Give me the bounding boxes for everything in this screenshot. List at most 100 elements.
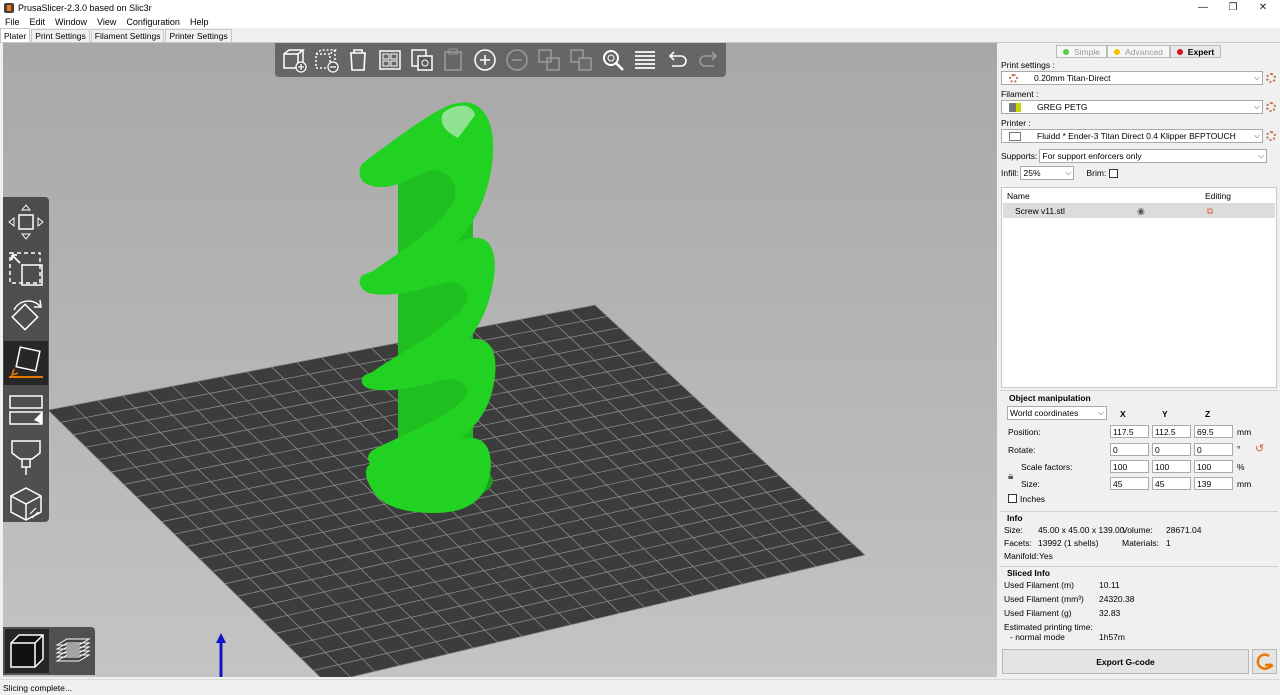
tab-print-settings[interactable]: Print Settings <box>31 29 90 42</box>
3d-view-icon[interactable] <box>5 629 49 673</box>
supports-row: Supports: For support enforcers only ⌵ <box>1001 149 1268 163</box>
mode-advanced-label: Advanced <box>1124 46 1163 57</box>
undo-icon[interactable] <box>662 45 692 75</box>
infill-combo[interactable]: 25% ⌵ <box>1020 166 1075 180</box>
filament-color-icon <box>1009 102 1021 112</box>
size-y-input[interactable]: 45 <box>1152 477 1191 490</box>
mode-simple[interactable]: Simple <box>1056 45 1107 58</box>
printer-icon <box>1009 131 1021 141</box>
object-name: Screw v11.stl <box>1015 206 1065 216</box>
eye-icon[interactable]: ◉ <box>1137 206 1145 217</box>
scale-x-input[interactable]: 100 <box>1110 460 1149 473</box>
send-to-printer-icon[interactable] <box>1252 649 1277 674</box>
redo-icon[interactable] <box>694 45 724 75</box>
chevron-down-icon: ⌵ <box>1065 168 1072 177</box>
scale-z-input[interactable]: 100 <box>1194 460 1233 473</box>
split-objects-icon[interactable] <box>534 45 564 75</box>
column-editing[interactable]: Editing <box>1205 191 1231 201</box>
info-panel: Info Size: 45.00 x 45.00 x 139.00 Volume… <box>1000 511 1278 563</box>
place-on-face-icon[interactable] <box>4 341 48 385</box>
rotate-y-input[interactable]: 0 <box>1152 443 1191 456</box>
scale-label: Scale factors: <box>1021 462 1073 472</box>
edit-icon[interactable]: ⧉ <box>1207 206 1213 217</box>
printer-combo[interactable]: Fluidd * Ender-3 Titan Direct 0.4 Klippe… <box>1001 129 1263 143</box>
tab-plater[interactable]: Plater <box>0 28 31 42</box>
inches-label: Inches <box>1020 494 1046 504</box>
move-icon[interactable] <box>4 200 48 244</box>
rotate-x-input[interactable]: 0 <box>1110 443 1149 456</box>
lock-icon[interactable]: 🔒︎ <box>1008 471 1013 482</box>
axis-z-label: Z <box>1205 409 1211 419</box>
reset-rotation-icon[interactable]: ↺ <box>1255 442 1264 455</box>
maximize-button[interactable]: ❐ <box>1216 0 1250 15</box>
rotate-unit: ° <box>1237 444 1241 454</box>
3d-viewport[interactable] <box>3 43 997 677</box>
close-button[interactable]: ✕ <box>1246 0 1280 15</box>
scale-y-input[interactable]: 100 <box>1152 460 1191 473</box>
info-facets-label: Facets: <box>1004 538 1032 548</box>
mode-expert[interactable]: Expert <box>1169 45 1222 58</box>
inches-checkbox[interactable] <box>1008 494 1017 503</box>
size-z-input[interactable]: 139 <box>1194 477 1233 490</box>
split-parts-icon[interactable] <box>566 45 596 75</box>
chevron-down-icon: ⌵ <box>1258 151 1265 160</box>
size-unit: mm <box>1237 479 1252 489</box>
info-title: Info <box>1007 513 1023 523</box>
position-y-input[interactable]: 112.5 <box>1152 425 1191 438</box>
delete-icon[interactable] <box>311 45 341 75</box>
filament-value: GREG PETG <box>1037 102 1088 112</box>
menu-file[interactable]: File <box>0 17 25 27</box>
add-instance-icon[interactable] <box>471 45 501 75</box>
paste-icon[interactable] <box>439 45 469 75</box>
position-z-input[interactable]: 69.5 <box>1194 425 1233 438</box>
print-settings-combo[interactable]: 0.20mm Titan-Direct ⌵ <box>1001 71 1263 85</box>
paint-supports-icon[interactable] <box>4 435 48 479</box>
supports-combo[interactable]: For support enforcers only ⌵ <box>1039 149 1268 163</box>
remove-instance-icon[interactable] <box>502 45 532 75</box>
used-filament-m-label: Used Filament (m) <box>1004 580 1074 590</box>
object-manipulation-title: Object manipulation <box>1009 393 1091 403</box>
filament-combo[interactable]: GREG PETG ⌵ <box>1001 100 1263 114</box>
copy-icon[interactable] <box>407 45 437 75</box>
position-x-input[interactable]: 117.5 <box>1110 425 1149 438</box>
printer-gear-icon[interactable] <box>1266 131 1276 141</box>
menu-view[interactable]: View <box>92 17 121 27</box>
tab-printer-settings[interactable]: Printer Settings <box>165 29 232 42</box>
info-manifold-value: Yes <box>1039 551 1053 561</box>
coordinates-combo[interactable]: World coordinates ⌵ <box>1007 406 1107 420</box>
chevron-down-icon: ⌵ <box>1253 131 1260 140</box>
menu-help[interactable]: Help <box>185 17 214 27</box>
print-settings-gear-icon[interactable] <box>1266 73 1276 83</box>
rotate-icon[interactable] <box>4 294 48 338</box>
menu-window[interactable]: Window <box>50 17 92 27</box>
scale-unit: % <box>1237 462 1245 472</box>
search-icon[interactable] <box>598 45 628 75</box>
info-volume-label: Volume: <box>1122 525 1153 535</box>
axis-x-label: X <box>1120 409 1126 419</box>
column-name[interactable]: Name <box>1007 191 1127 201</box>
layers-icon[interactable] <box>630 45 660 75</box>
used-filament-g-label: Used Filament (g) <box>1004 608 1072 618</box>
size-x-input[interactable]: 45 <box>1110 477 1149 490</box>
menu-configuration[interactable]: Configuration <box>121 17 185 27</box>
filament-gear-icon[interactable] <box>1266 102 1276 112</box>
advanced-mode-icon <box>1113 48 1120 55</box>
rotate-z-input[interactable]: 0 <box>1194 443 1233 456</box>
brim-checkbox[interactable] <box>1109 168 1119 178</box>
mode-advanced[interactable]: Advanced <box>1106 45 1170 58</box>
scale-icon[interactable] <box>4 247 48 291</box>
delete-all-icon[interactable] <box>343 45 373 75</box>
preview-icon[interactable] <box>51 629 95 673</box>
object-row[interactable]: Screw v11.stl ◉ ⧉ <box>1003 204 1275 218</box>
expert-mode-icon <box>1176 48 1183 55</box>
cut-icon[interactable] <box>4 388 48 432</box>
minimize-button[interactable]: — <box>1186 0 1220 15</box>
seam-icon[interactable] <box>4 482 48 526</box>
add-icon[interactable] <box>279 45 309 75</box>
filament-label: Filament : <box>1001 89 1039 99</box>
arrange-icon[interactable] <box>375 45 405 75</box>
menu-edit[interactable]: Edit <box>25 17 51 27</box>
rotate-label: Rotate: <box>1008 445 1036 455</box>
export-gcode-button[interactable]: Export G-code <box>1002 649 1249 674</box>
tab-filament-settings[interactable]: Filament Settings <box>90 29 165 42</box>
